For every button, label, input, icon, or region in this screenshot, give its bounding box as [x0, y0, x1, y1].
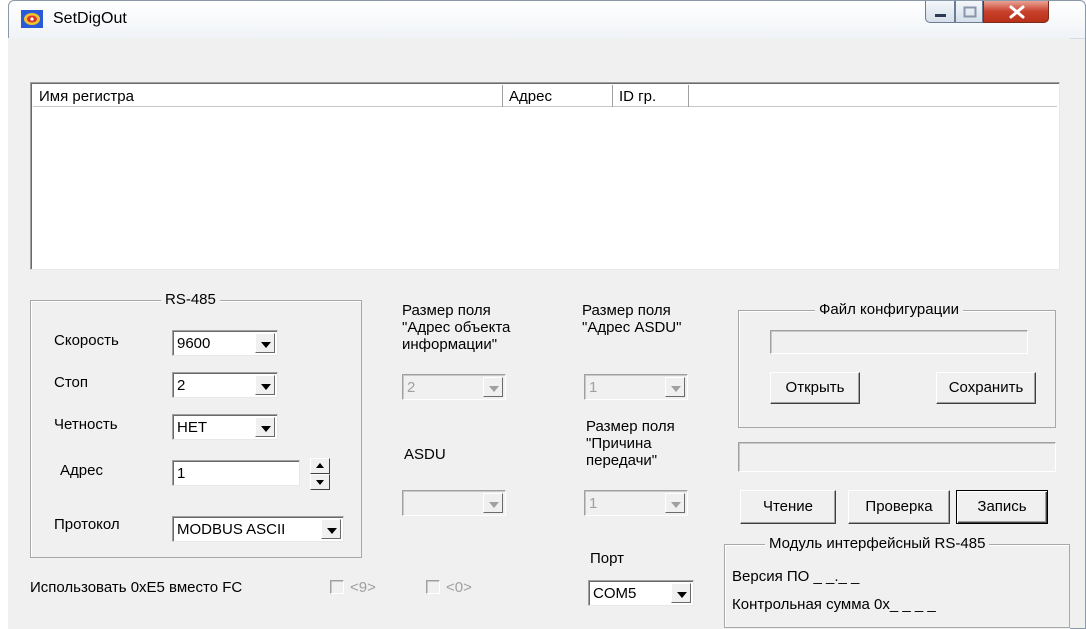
firmware-version: Версия ПО _ _._ _ — [732, 568, 860, 585]
minimize-button[interactable] — [925, 1, 955, 23]
chevron-down-icon[interactable] — [671, 583, 691, 603]
column-group-id[interactable]: ID гр. — [613, 85, 689, 107]
port-select[interactable]: COM5 — [588, 580, 694, 606]
opt9-label: <9> — [350, 579, 376, 596]
parity-select[interactable]: НЕТ — [172, 414, 278, 440]
app-icon — [21, 10, 43, 28]
stop-select[interactable]: 2 — [172, 372, 278, 398]
chevron-down-icon[interactable] — [255, 417, 275, 437]
ioa-size-select[interactable]: 2 — [402, 374, 506, 400]
asdu-select[interactable] — [402, 490, 506, 516]
chevron-down-icon[interactable] — [255, 333, 275, 353]
protocol-value: MODBUS ASCII — [177, 521, 286, 538]
close-icon — [1009, 5, 1025, 19]
use-e5-label: Использовать 0xE5 вместо FC — [30, 579, 243, 596]
parity-label: Четность — [54, 416, 118, 433]
window-title: SetDigOut — [53, 10, 127, 27]
status-field — [738, 442, 1056, 472]
open-button[interactable]: Открыть — [770, 372, 860, 404]
stop-value: 2 — [177, 377, 186, 394]
asdu-label: ASDU — [404, 446, 446, 463]
chevron-down-icon[interactable] — [665, 377, 685, 397]
ioa-size-label: Размер поля "Адрес объекта информации" — [402, 302, 511, 353]
protocol-label: Протокол — [54, 516, 120, 533]
column-register-name[interactable]: Имя регистра — [33, 85, 503, 107]
module-group-title: Модуль интерфейсный RS-485 — [765, 535, 990, 552]
protocol-select[interactable]: MODBUS ASCII — [172, 516, 344, 542]
config-path-field[interactable] — [770, 330, 1028, 354]
save-button[interactable]: Сохранить — [936, 372, 1036, 404]
speed-label: Скорость — [54, 332, 119, 349]
spin-up-icon[interactable] — [310, 458, 330, 474]
register-list[interactable]: Имя регистра Адрес ID гр. — [30, 82, 1060, 270]
config-file-title: Файл конфигурации — [815, 301, 963, 318]
cause-size-label: Размер поля "Причина передачи" — [586, 418, 675, 469]
speed-select[interactable]: 9600 — [172, 330, 278, 356]
asdu-size-select[interactable]: 1 — [584, 374, 688, 400]
module-group: Модуль интерфейсный RS-485 — [724, 535, 1070, 628]
parity-value: НЕТ — [177, 419, 207, 436]
title-bar[interactable]: SetDigOut — [9, 1, 1085, 39]
column-address[interactable]: Адрес — [503, 85, 613, 107]
close-button[interactable] — [983, 1, 1049, 23]
port-value: COM5 — [593, 585, 637, 602]
address-label: Адрес — [60, 462, 103, 479]
port-label: Порт — [590, 550, 625, 567]
chevron-down-icon[interactable] — [321, 519, 341, 539]
asdu-size-label: Размер поля "Адрес ASDU" — [582, 302, 682, 336]
stop-label: Стоп — [54, 374, 88, 391]
address-spinner[interactable] — [310, 458, 330, 490]
chevron-down-icon[interactable] — [255, 375, 275, 395]
check-button[interactable]: Проверка — [848, 490, 950, 524]
opt0-label: <0> — [446, 579, 472, 596]
list-header: Имя регистра Адрес ID гр. — [33, 85, 1057, 107]
checksum-text: Контрольная сумма 0x_ _ _ _ — [732, 596, 936, 613]
speed-value: 9600 — [177, 335, 211, 352]
opt0-checkbox[interactable] — [426, 580, 440, 594]
config-file-group: Файл конфигурации — [738, 301, 1056, 428]
spin-down-icon[interactable] — [310, 474, 330, 490]
maximize-icon — [963, 6, 977, 18]
rs485-group-title: RS-485 — [161, 291, 220, 308]
client-area: Имя регистра Адрес ID гр. RS-485 Скорост… — [8, 38, 1070, 629]
address-value: 1 — [177, 465, 186, 482]
cause-size-select[interactable]: 1 — [584, 490, 688, 516]
ioa-size-value: 2 — [407, 379, 416, 396]
chevron-down-icon[interactable] — [483, 493, 503, 513]
chevron-down-icon[interactable] — [483, 377, 503, 397]
cause-size-value: 1 — [589, 495, 598, 512]
opt9-checkbox[interactable] — [330, 580, 344, 594]
maximize-button[interactable] — [955, 1, 983, 23]
address-input[interactable]: 1 — [172, 460, 300, 486]
minimize-icon — [935, 14, 946, 17]
write-button[interactable]: Запись — [956, 490, 1048, 524]
chevron-down-icon[interactable] — [665, 493, 685, 513]
read-button[interactable]: Чтение — [740, 490, 836, 524]
asdu-size-value: 1 — [589, 379, 598, 396]
